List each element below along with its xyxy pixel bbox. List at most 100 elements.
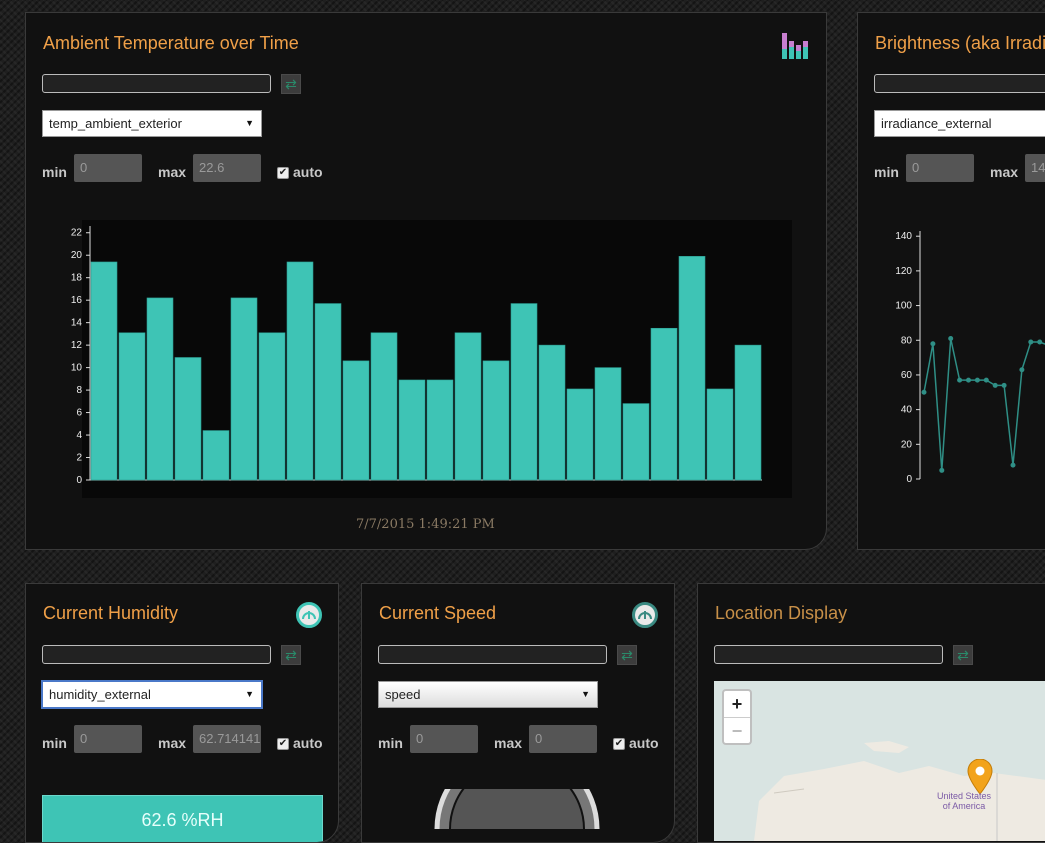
y-tick-label: 12	[71, 340, 83, 351]
bar	[426, 379, 454, 481]
auto-label: auto	[293, 735, 323, 751]
max-input[interactable]: 140	[1025, 154, 1045, 182]
data-point	[930, 341, 936, 347]
gauge-icon[interactable]	[296, 602, 322, 628]
min-label: min	[42, 164, 67, 180]
panel-title: Brightness (aka Irradiance)	[875, 33, 1045, 53]
dropdown-arrow-icon: ▼	[245, 118, 254, 128]
dataset-select[interactable]: speed ▼	[378, 681, 598, 708]
refresh-icon[interactable]: ⇄	[953, 645, 973, 665]
min-input[interactable]: 0	[906, 154, 974, 182]
bar	[118, 332, 146, 481]
dataset-select[interactable]: temp_ambient_exterior ▼	[42, 110, 262, 137]
min-input[interactable]: 0	[74, 154, 142, 182]
filter-input[interactable]	[874, 74, 1045, 93]
data-point	[1001, 382, 1007, 388]
auto-checkbox[interactable]: ✔	[277, 167, 289, 179]
bar	[258, 332, 286, 481]
location-display-panel: Location Display ⇄ + − United States of …	[697, 583, 1045, 843]
max-label: max	[158, 164, 187, 180]
max-input[interactable]: 0	[529, 725, 597, 753]
filter-input[interactable]	[378, 645, 607, 664]
map-view[interactable]: + − United States of America	[714, 681, 1045, 841]
y-tick-label: 4	[76, 430, 82, 441]
data-point	[1019, 367, 1025, 373]
filter-input[interactable]	[714, 645, 943, 664]
auto-checkbox[interactable]: ✔	[613, 738, 625, 750]
current-humidity-panel: Current Humidity ⇄ humidity_external ▼ m…	[25, 583, 339, 843]
data-point	[974, 377, 980, 383]
min-label: min	[874, 164, 899, 180]
speed-gauge	[434, 789, 600, 829]
max-input[interactable]: 22.6	[193, 154, 261, 182]
y-tick-label: 40	[901, 405, 913, 416]
data-point	[992, 382, 998, 388]
auto-checkbox[interactable]: ✔	[277, 738, 289, 750]
temperature-bar-chart: 0 2 4 6 8 10 12 14 16 18 20 22	[71, 220, 792, 498]
irradiance-line-chart: 0 20 40 60 80 100 120 140	[895, 231, 1045, 485]
bar	[90, 261, 118, 481]
max-label: max	[494, 735, 523, 751]
dropdown-arrow-icon: ▼	[245, 689, 254, 699]
bar	[230, 297, 258, 481]
data-point	[948, 336, 954, 342]
bar	[286, 261, 314, 481]
dropdown-arrow-icon: ▼	[581, 689, 590, 699]
data-point	[966, 377, 971, 383]
auto-label: auto	[629, 735, 659, 751]
dataset-select-value: speed	[385, 687, 421, 702]
bar	[706, 388, 734, 481]
map-land	[754, 741, 1045, 841]
data-point	[1010, 462, 1016, 468]
y-tick-label: 60	[901, 370, 913, 381]
zoom-in-button[interactable]: +	[724, 691, 750, 717]
bar	[174, 357, 202, 481]
humidity-value-display: 62.6 %RH	[42, 795, 323, 842]
auto-label: auto	[293, 164, 323, 180]
bar	[370, 332, 398, 481]
gauge-icon[interactable]	[632, 602, 658, 628]
min-label: min	[378, 735, 403, 751]
map-marker-icon[interactable]	[967, 759, 993, 795]
panel-title: Current Humidity	[43, 603, 179, 623]
y-tick-label: 20	[901, 439, 913, 450]
bar	[482, 360, 510, 481]
map-country-label: United States of America	[936, 791, 992, 811]
min-input[interactable]: 0	[410, 725, 478, 753]
zoom-control: + −	[722, 689, 752, 745]
bar	[454, 332, 482, 481]
series-line	[923, 338, 1045, 471]
y-tick-label: 6	[76, 408, 82, 419]
max-input[interactable]: 62.714141	[193, 725, 261, 753]
zoom-out-button[interactable]: −	[724, 717, 750, 743]
data-point	[921, 389, 927, 395]
filter-input[interactable]	[42, 645, 271, 664]
panel-title: Ambient Temperature over Time	[43, 33, 299, 53]
data-point	[939, 467, 945, 473]
y-tick-label: 20	[71, 250, 83, 261]
y-tick-label: 18	[71, 273, 83, 284]
min-label: min	[42, 735, 67, 751]
bar	[146, 297, 174, 481]
dataset-select[interactable]: irradiance_external	[874, 110, 1045, 137]
filter-input[interactable]	[42, 74, 271, 93]
y-tick-label: 80	[901, 335, 913, 346]
refresh-icon[interactable]: ⇄	[617, 645, 637, 665]
bar-chart-icon[interactable]	[780, 31, 810, 61]
current-speed-panel: Current Speed ⇄ speed ▼ min 0 max 0 ✔ au…	[361, 583, 675, 843]
y-tick-label: 100	[895, 301, 912, 312]
bar	[622, 403, 650, 481]
bar	[342, 360, 370, 481]
refresh-icon[interactable]: ⇄	[281, 74, 301, 94]
dataset-select[interactable]: humidity_external ▼	[42, 681, 262, 708]
y-tick-label: 14	[71, 318, 83, 329]
max-label: max	[158, 735, 187, 751]
y-tick-label: 10	[71, 363, 83, 374]
bar	[678, 256, 706, 481]
ambient-temperature-panel: Ambient Temperature over Time ⇄ temp_amb…	[25, 12, 827, 550]
panel-title: Current Speed	[379, 603, 497, 623]
data-point	[957, 377, 963, 383]
bar	[594, 367, 622, 481]
min-input[interactable]: 0	[74, 725, 142, 753]
refresh-icon[interactable]: ⇄	[281, 645, 301, 665]
